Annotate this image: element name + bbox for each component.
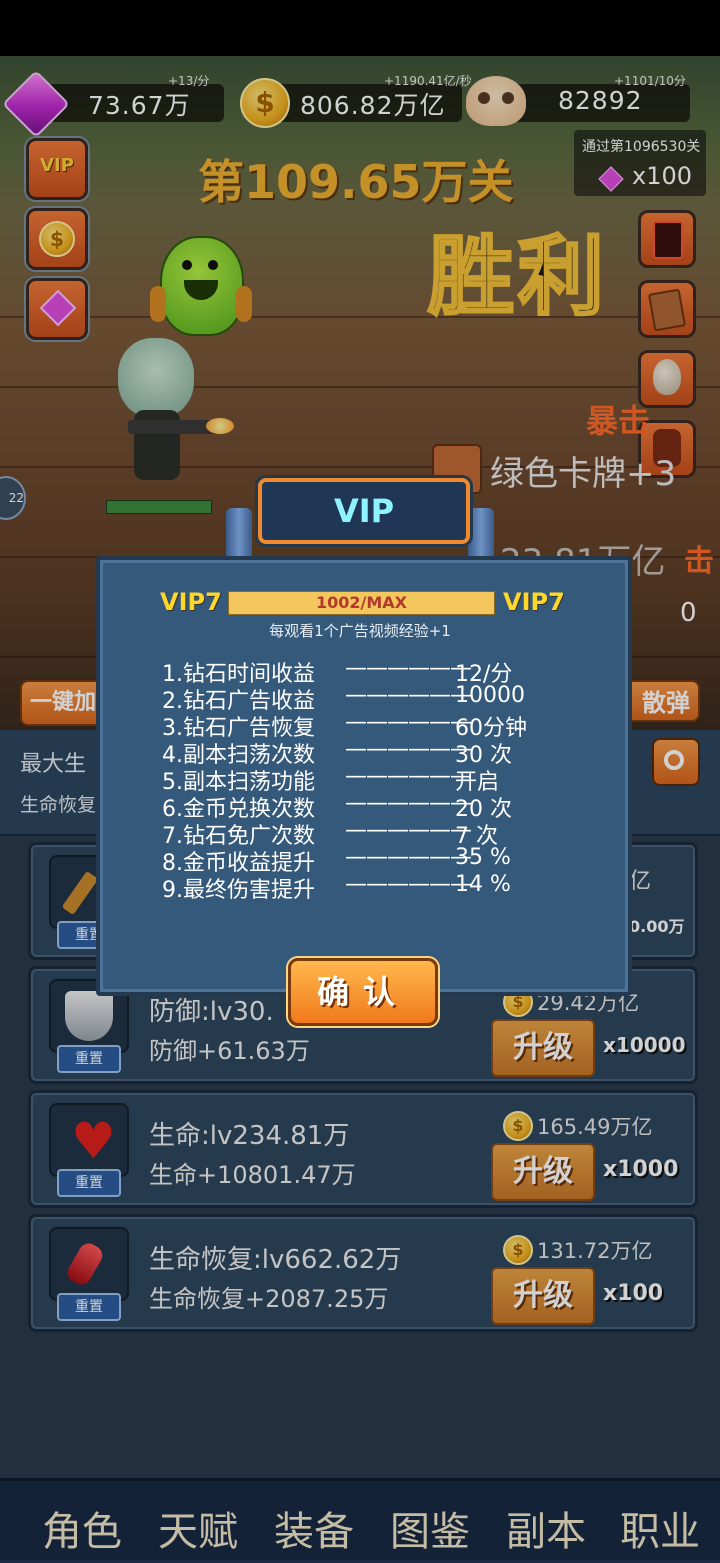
vip-perk-value: 35 % [455,845,511,870]
vip-perk-dash: —————— [345,818,472,843]
vip-exp-bar: 1002/MAX [228,591,495,615]
vip-exp-text: 1002/MAX [315,593,407,612]
status-bar [0,0,720,56]
vip-level-next: VIP7 [503,588,565,616]
confirm-button[interactable]: 确认 [288,958,438,1026]
vip-perk-dash: —————— [345,710,472,735]
vip-perk-value: 14 % [455,872,511,897]
vip-perk-dash: —————— [345,872,472,897]
vip-level-current: VIP7 [160,588,222,616]
vip-perk-dash: —————— [345,791,472,816]
vip-perk-dash: —————— [345,683,472,708]
vip-perk-dash: —————— [345,845,472,870]
vip-perk-dash: —————— [345,656,472,681]
vip-dialog-title: VIP [333,492,395,530]
vip-perk-label: 9.最终伤害提升 [162,878,315,903]
vip-hint: 每观看1个广告视频经验+1 [269,622,451,640]
vip-perk-dash: —————— [345,764,472,789]
vip-perk-value: 10000 [455,683,525,708]
vip-dialog-header: VIP [258,478,470,544]
vip-perk-dash: —————— [345,737,472,762]
